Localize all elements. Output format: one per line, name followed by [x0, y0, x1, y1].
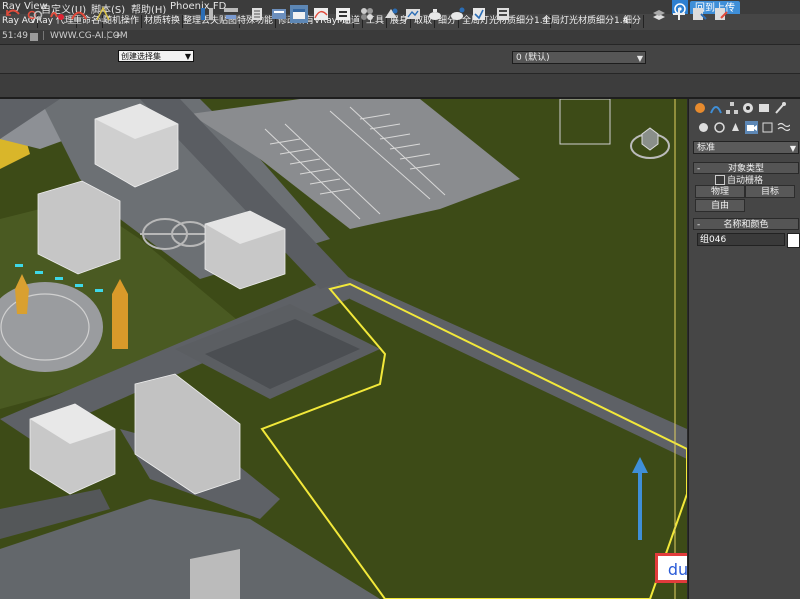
tab-time: 51:49 — [2, 31, 28, 41]
svg-text:ALL: ALL — [98, 18, 107, 23]
set-current-layer-icon[interactable] — [712, 5, 730, 23]
baidu-watermark-icon: du — [655, 553, 687, 583]
new-tab-button[interactable]: + — [114, 31, 122, 41]
lights-icon[interactable] — [729, 121, 742, 134]
target-camera-button[interactable]: 目标 — [745, 185, 795, 198]
bind-spacewarp-icon[interactable] — [70, 5, 88, 23]
ribbon-icon[interactable] — [270, 5, 288, 23]
cmd-material-convert[interactable]: 材质转换 — [142, 15, 184, 28]
render-frame-icon[interactable] — [404, 5, 422, 23]
rollout-collapse: - — [697, 164, 701, 174]
create-tab-icon[interactable] — [693, 101, 707, 115]
schematic-view-icon[interactable] — [334, 5, 352, 23]
building-2 — [37, 180, 121, 275]
physical-camera-button[interactable]: 物理 — [695, 185, 745, 198]
curve-editor-icon[interactable] — [312, 5, 330, 23]
layer-dropdown[interactable]: 0 (默认) ▼ — [512, 51, 646, 64]
watermark-text: du — [668, 560, 687, 579]
render-production-icon[interactable] — [470, 5, 488, 23]
render-setup-icon[interactable] — [382, 5, 400, 23]
render-iterative-icon[interactable] — [448, 5, 466, 23]
object-name-field[interactable]: 组046 — [697, 233, 785, 246]
unlink-icon[interactable] — [48, 5, 66, 23]
scene-render — [0, 99, 687, 599]
object-color-swatch[interactable] — [787, 233, 800, 248]
helpers-icon[interactable] — [761, 121, 774, 134]
command-panel: 标准 ▼ - 对象类型 自动栅格 物理 目标 自由 - 名称和颜色 组046 — [688, 99, 800, 599]
perspective-viewport[interactable]: du — [0, 99, 687, 599]
pagoda-2 — [112, 279, 128, 349]
undo-icon[interactable] — [4, 5, 22, 23]
named-selection-label: 创建选择集 — [121, 52, 161, 61]
free-camera-button[interactable]: 自由 — [695, 199, 745, 212]
display-tab-icon[interactable] — [757, 101, 771, 115]
select-in-layer-icon[interactable] — [690, 5, 708, 23]
layer-icon[interactable] — [494, 5, 512, 23]
new-layer-icon[interactable] — [650, 5, 668, 23]
add-to-layer-icon[interactable] — [670, 5, 688, 23]
autogrid-checkbox[interactable] — [715, 175, 725, 185]
file-tab-bar: 51:49 | WWW.CG-AI.COM | + — [0, 30, 800, 45]
utilities-tab-icon[interactable] — [773, 101, 787, 115]
selection-filter-icon[interactable]: ALL — [94, 5, 112, 23]
align-icon[interactable] — [222, 5, 240, 23]
scene-explorer-icon[interactable] — [290, 5, 308, 23]
ribbon-area — [0, 74, 800, 98]
layer-dropdown-label: 0 (默认) — [516, 53, 550, 63]
spacewarps-icon[interactable] — [777, 121, 790, 134]
name-color-rollout[interactable]: - 名称和颜色 — [693, 218, 799, 230]
cmd-global-light-2[interactable]: 全局灯光材质细分1.4 — [540, 15, 632, 28]
modify-tab-icon[interactable] — [709, 101, 723, 115]
category-dropdown-label: 标准 — [697, 143, 716, 153]
link-icon[interactable] — [26, 5, 44, 23]
layer-manager-icon[interactable] — [248, 5, 266, 23]
name-color-title: 名称和颜色 — [723, 220, 769, 230]
cmd-subdivide-2[interactable]: 细分 — [621, 15, 645, 28]
mirror-icon[interactable] — [198, 5, 216, 23]
material-editor-icon[interactable] — [358, 5, 376, 23]
category-dropdown[interactable]: 标准 ▼ — [693, 141, 799, 154]
motion-tab-icon[interactable] — [741, 101, 755, 115]
hierarchy-tab-icon[interactable] — [725, 101, 739, 115]
geometry-icon[interactable] — [697, 121, 710, 134]
up-arrow-icon — [632, 457, 648, 540]
tab-icon — [30, 33, 38, 41]
render-teapot-icon[interactable] — [426, 5, 444, 23]
viewcube-icon[interactable] — [628, 120, 672, 164]
rollout-collapse-2: - — [697, 220, 701, 230]
cameras-icon[interactable] — [745, 121, 758, 134]
shapes-icon[interactable] — [713, 121, 726, 134]
named-selection-dropdown[interactable]: 创建选择集 ▼ — [118, 50, 194, 62]
